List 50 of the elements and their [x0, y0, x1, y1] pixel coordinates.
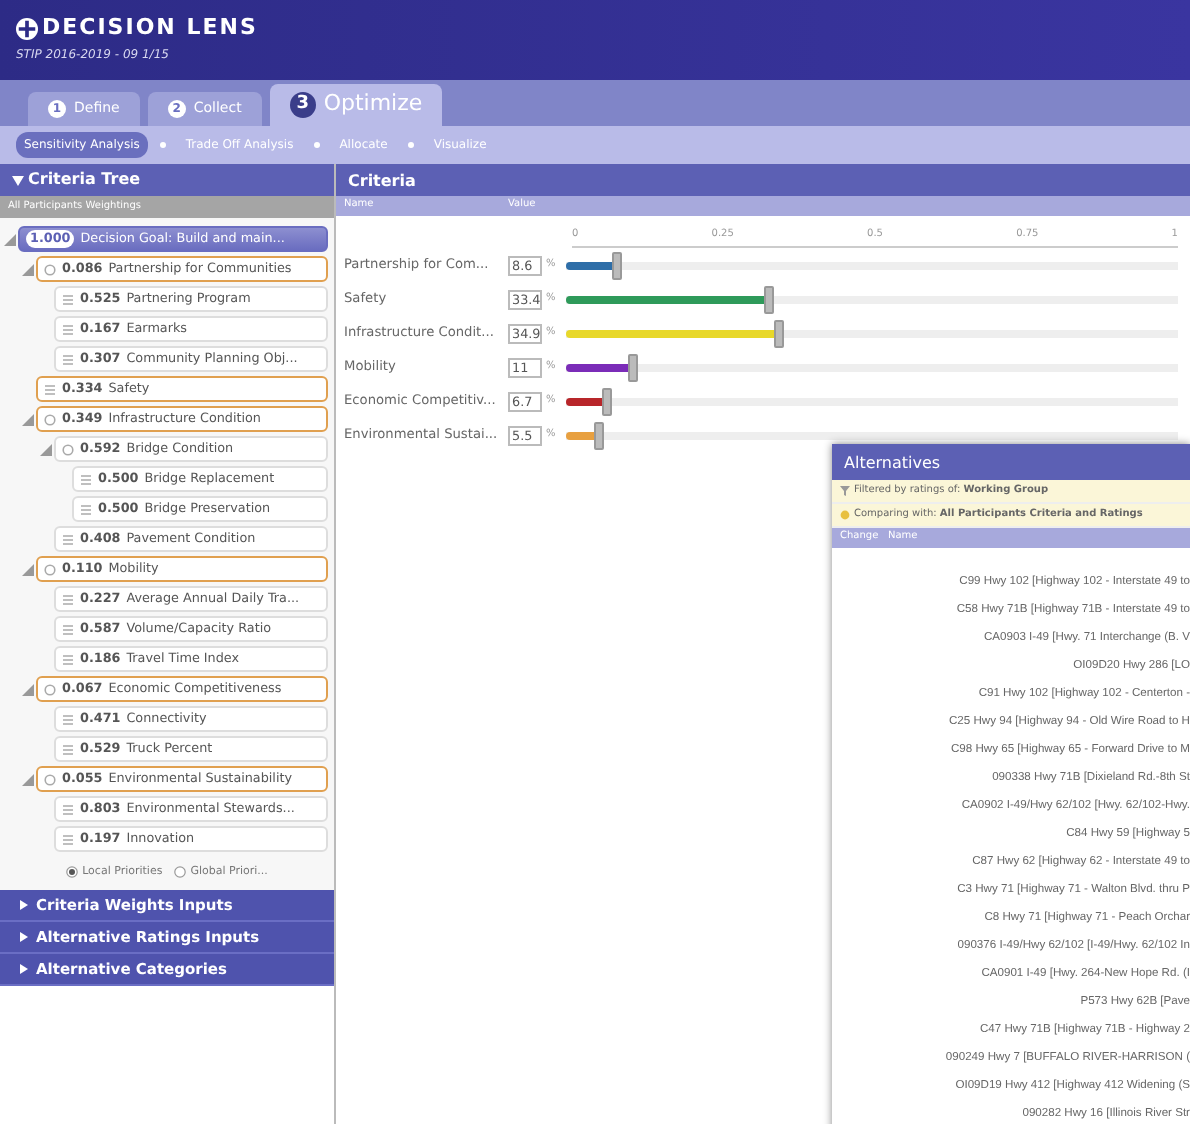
expand-toggle-icon[interactable]: [22, 773, 34, 785]
logo-icon: [16, 17, 38, 40]
caret-icon: [20, 932, 28, 943]
caret-icon: [20, 964, 28, 975]
circle-icon: [44, 413, 56, 425]
list-icon: [62, 323, 74, 335]
tab[interactable]: 3 Optimize: [269, 84, 443, 126]
filter-icon: [840, 486, 850, 496]
separator-dot-icon: [407, 142, 414, 148]
list-icon: [62, 623, 74, 635]
separator-dot-icon: [313, 142, 320, 148]
alternatives-title: Alternatives: [832, 444, 1190, 480]
list-icon: [62, 653, 74, 665]
list-icon: [80, 503, 92, 515]
list-icon: [62, 293, 74, 305]
slider-handle[interactable]: [764, 285, 775, 313]
app-title: DECISION LENS: [42, 12, 258, 44]
list-icon: [62, 353, 74, 365]
expand-toggle-icon[interactable]: [40, 443, 52, 455]
slider-handle[interactable]: [773, 319, 784, 347]
expand-toggle-icon[interactable]: [22, 683, 34, 695]
slider-handle[interactable]: [601, 387, 611, 415]
circle-icon: [62, 443, 74, 455]
list-icon: [62, 833, 74, 845]
radio-button[interactable]: [66, 866, 79, 879]
criteria-title: Criteria: [336, 164, 1190, 196]
list-icon: [62, 743, 74, 755]
expand-toggle-icon[interactable]: [22, 563, 34, 575]
separator-dot-icon: [159, 142, 166, 148]
list-icon: [62, 533, 74, 545]
circle-icon: [44, 773, 56, 785]
circle-icon: [44, 683, 56, 695]
caret-icon: [20, 900, 28, 911]
expand-toggle-icon[interactable]: [22, 413, 34, 425]
list-icon: [62, 713, 74, 725]
circle-icon: [44, 263, 56, 275]
expand-toggle-icon[interactable]: [4, 233, 16, 245]
slider-handle[interactable]: [612, 251, 623, 279]
list-icon: [62, 803, 74, 815]
slider-handle[interactable]: [627, 353, 638, 381]
radio-button[interactable]: [174, 866, 187, 879]
circle-icon: [44, 563, 56, 575]
panel-header[interactable]: Criteria Tree: [0, 164, 334, 196]
caret-icon: [12, 175, 24, 185]
list-icon: [44, 383, 56, 395]
compare-icon: [840, 510, 850, 520]
expand-toggle-icon[interactable]: [22, 263, 34, 275]
list-icon: [62, 593, 74, 605]
list-icon: [80, 473, 92, 485]
slider-handle[interactable]: [593, 421, 604, 449]
